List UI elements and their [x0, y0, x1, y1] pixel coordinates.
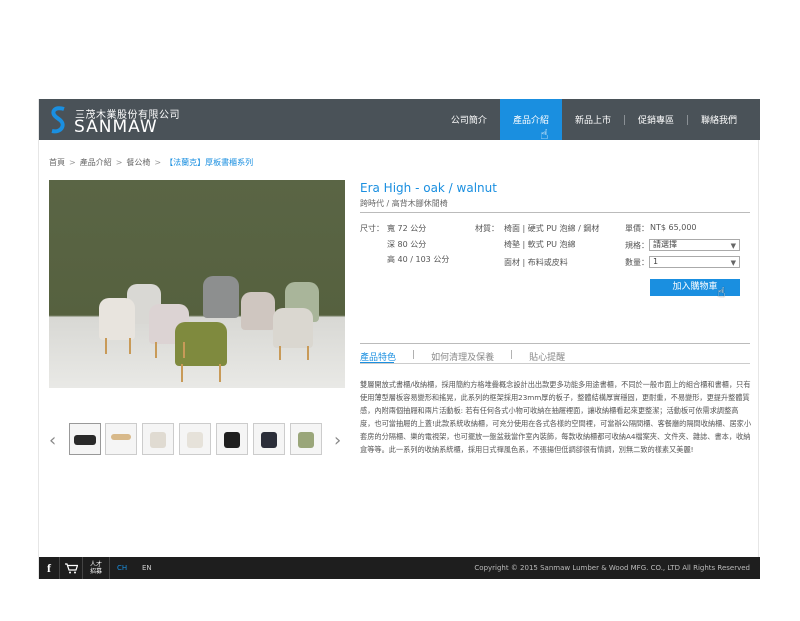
breadcrumb-products[interactable]: 產品介紹	[80, 158, 112, 167]
pointer-cursor-icon: ☝	[539, 127, 549, 143]
brand-logo[interactable]: 三茂木業股份有限公司 SANMAW	[49, 104, 180, 137]
tab-notes[interactable]: 貼心提醒	[529, 350, 565, 363]
tab-divider: |	[412, 350, 416, 360]
size-label: 尺寸：	[360, 224, 384, 233]
nav-item-about[interactable]: 公司簡介	[438, 99, 500, 140]
product-subtitle: 跨時代 / 高背木腳休閒椅	[360, 199, 448, 208]
nav-item-promo[interactable]: 促銷專區	[625, 99, 687, 140]
thumbnail-item[interactable]	[290, 423, 322, 455]
qty-select-value: 1	[653, 257, 659, 266]
site-footer: f 人才招募 CH EN Copyright © 2015 Sanmaw Lum…	[39, 557, 760, 579]
nav-item-products-label: 產品介紹	[512, 116, 549, 126]
nav-item-new[interactable]: 新品上市	[562, 99, 624, 140]
caret-down-icon: ▼	[730, 242, 736, 250]
breadcrumb-current: 【法蘭克】厚板書櫃系列	[165, 158, 254, 167]
material-cushion: 椅墊 | 軟式 PU 泡綿	[504, 240, 576, 249]
facebook-icon[interactable]: f	[39, 557, 59, 579]
chair-navy-thumb	[261, 432, 277, 448]
spec-label: 規格：	[625, 241, 649, 250]
breadcrumb-separator: >	[115, 158, 123, 167]
add-to-cart-button[interactable]: 加入購物車	[650, 279, 740, 296]
thumbnail-item[interactable]	[142, 423, 174, 455]
main-nav: 公司簡介 產品介紹 ☝ 新品上市 促銷專區 聯絡我們	[438, 99, 750, 143]
divider	[360, 343, 750, 344]
sanmaw-logo-icon	[51, 106, 65, 134]
price-label: 單價：	[625, 224, 649, 233]
material-seat: 椅面 | 硬式 PU 泡綿 / 鋼材	[504, 224, 600, 233]
pointer-cursor-icon: ☝	[717, 285, 726, 301]
brand-name-en: SANMAW	[74, 117, 158, 137]
active-tab-indicator	[360, 362, 394, 363]
divider	[360, 212, 750, 213]
chair-black-thumb	[224, 432, 240, 448]
sofa-black-thumb	[74, 435, 96, 445]
nav-item-products[interactable]: 產品介紹 ☝	[499, 99, 562, 143]
recruit-label: 人才招募	[89, 561, 102, 575]
lang-ch-link[interactable]: CH	[117, 557, 127, 579]
table-wood-thumb	[111, 434, 131, 440]
size-height: 高 40 / 103 公分	[387, 255, 450, 264]
thumbnail-gallery: ‹ ›	[49, 423, 345, 457]
page-frame: 三茂木業股份有限公司 SANMAW 公司簡介 產品介紹 ☝ 新品上市 促銷專區 …	[38, 99, 760, 579]
spec-select[interactable]: 請選擇 ▼	[649, 239, 740, 251]
price-value: NT$ 65,000	[650, 223, 697, 232]
shopping-cart-icon[interactable]	[60, 557, 82, 579]
recruit-link[interactable]: 人才招募	[83, 557, 109, 579]
footer-divider	[109, 557, 110, 579]
chair-white-thumb	[150, 432, 166, 448]
breadcrumb: 首頁 > 產品介紹 > 餐公椅 > 【法蘭克】厚板書櫃系列	[49, 157, 253, 168]
chair-green-thumb	[298, 432, 314, 448]
size-depth: 深 80 公分	[387, 240, 427, 249]
chevron-left-icon[interactable]: ‹	[49, 430, 56, 451]
chair-wood-thumb	[187, 432, 203, 448]
site-header: 三茂木業股份有限公司 SANMAW 公司簡介 產品介紹 ☝ 新品上市 促銷專區 …	[39, 99, 760, 143]
product-description: 雙層開放式書櫃/收納櫃，採用簡約方格堆疊概念設計出出款更多功能多用途書櫃，不同於…	[360, 380, 752, 454]
divider	[360, 363, 750, 364]
material-label: 材質：	[475, 224, 499, 233]
thumbnail-item[interactable]	[69, 423, 101, 455]
spec-select-value: 請選擇	[653, 240, 677, 249]
breadcrumb-separator: >	[154, 158, 162, 167]
thumbnail-item[interactable]	[105, 423, 137, 455]
breadcrumb-home[interactable]: 首頁	[49, 158, 65, 167]
product-main-image	[49, 180, 345, 388]
breadcrumb-category[interactable]: 餐公椅	[126, 158, 150, 167]
nav-item-contact[interactable]: 聯絡我們	[688, 99, 750, 140]
chevron-right-icon[interactable]: ›	[334, 430, 341, 451]
thumbnail-item[interactable]	[253, 423, 285, 455]
qty-select[interactable]: 1 ▼	[649, 256, 740, 268]
lang-en-link[interactable]: EN	[142, 557, 152, 579]
tab-care[interactable]: 如何清理及保養	[431, 350, 494, 363]
copyright-text: Copyright © 2015 Sanmaw Lumber & Wood MF…	[474, 564, 750, 572]
qty-label: 數量：	[625, 258, 649, 267]
caret-down-icon: ▼	[730, 259, 736, 267]
material-fabric: 面材 | 布料或皮料	[504, 258, 568, 267]
tab-divider: |	[510, 350, 514, 360]
product-title: Era High - oak / walnut	[360, 181, 497, 195]
breadcrumb-separator: >	[69, 158, 76, 167]
thumbnail-item[interactable]	[216, 423, 248, 455]
size-width: 寬 72 公分	[387, 224, 427, 233]
thumbnail-item[interactable]	[179, 423, 211, 455]
